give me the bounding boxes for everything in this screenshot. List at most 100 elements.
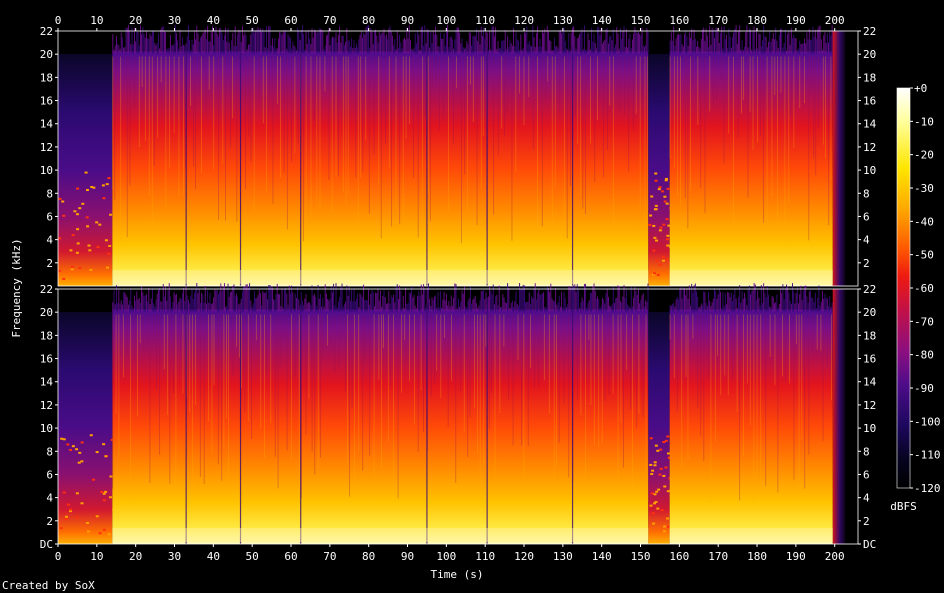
colorbar-tick-label: -30 <box>914 182 934 195</box>
colorbar-tick-label: -70 <box>914 315 934 328</box>
x-tick-label-top: 100 <box>436 14 456 27</box>
y-tick-label-right: 16 <box>863 95 876 108</box>
y-tick-label-left: 2 <box>46 257 53 270</box>
y-tick-label-right: 8 <box>863 445 870 458</box>
y-tick-label-left: 20 <box>40 306 53 319</box>
y-tick-label-left: 8 <box>46 187 53 200</box>
colorbar-tick-label: -120 <box>914 482 941 495</box>
x-tick-label-bottom: 140 <box>592 550 612 563</box>
x-tick-label-top: 70 <box>323 14 336 27</box>
x-tick-label-top: 140 <box>592 14 612 27</box>
y-tick-label-left: 10 <box>40 164 53 177</box>
colorbar-tick-label: -10 <box>914 115 934 128</box>
y-tick-label-left: 22 <box>40 25 53 38</box>
x-tick-label-top: 30 <box>168 14 181 27</box>
y-tick-label-right: 2 <box>863 515 870 528</box>
spectrogram-figure: 22 2220 2018 1816 1614 1412 1210 108 86 64 42 222 22… <box>2 14 941 592</box>
x-tick-label-top: 120 <box>514 14 534 27</box>
x-tick-label-bottom: 100 <box>436 550 456 563</box>
x-tick-label-top: 40 <box>207 14 220 27</box>
x-tick-label-top: 160 <box>669 14 689 27</box>
y-tick-label-left: 6 <box>46 468 53 481</box>
y-tick-label-right: 4 <box>863 492 870 505</box>
x-tick-label-bottom: 20 <box>129 550 142 563</box>
x-tick-label-top: 180 <box>747 14 767 27</box>
y-tick-label-left: 18 <box>40 71 53 84</box>
x-tick-label-bottom: 60 <box>284 550 297 563</box>
segment-loud-2 <box>112 51 649 287</box>
y-tick-label-right: 8 <box>863 187 870 200</box>
colorbar-label: dBFS <box>890 500 917 513</box>
sox-credit: Created by SoX <box>2 579 95 592</box>
y-tick-label-right: 2 <box>863 257 870 270</box>
x-tick-label-bottom: 30 <box>168 550 181 563</box>
y-tick-label-left: 2 <box>46 515 53 528</box>
x-tick-label-bottom: 170 <box>708 550 728 563</box>
x-tick-label-bottom: 190 <box>786 550 806 563</box>
x-tick-label-top: 60 <box>284 14 297 27</box>
y-tick-label-right: 20 <box>863 48 876 61</box>
y-tick-label-right: 22 <box>863 25 876 38</box>
x-tick-label-top: 150 <box>631 14 651 27</box>
x-tick-label-bottom: 110 <box>475 550 495 563</box>
y-tick-label-right: 22 <box>863 283 876 296</box>
colorbar-tick-label: -110 <box>914 449 941 462</box>
y-tick-label-right: 6 <box>863 468 870 481</box>
colorbar-tick-label: -20 <box>914 149 934 162</box>
y-tick-label-right: 10 <box>863 422 876 435</box>
y-tick-label-right: 12 <box>863 399 876 412</box>
x-tick-label-top: 0 <box>55 14 62 27</box>
y-tick-label-right: DC <box>863 538 876 551</box>
colorbar-tick-label: -50 <box>914 249 934 262</box>
x-tick-label-top: 190 <box>786 14 806 27</box>
y-tick-label-right: 18 <box>863 71 876 84</box>
y-tick-label-right: 12 <box>863 141 876 154</box>
y-tick-label-right: 16 <box>863 353 876 366</box>
y-tick-label-left: 12 <box>40 399 53 412</box>
x-tick-label-bottom: 150 <box>631 550 651 563</box>
x-tick-label-top: 10 <box>90 14 103 27</box>
segment-quiet-1 <box>58 311 113 544</box>
y-tick-label-left: 14 <box>40 376 54 389</box>
y-tick-label-left: 4 <box>46 492 53 505</box>
x-tick-label-top: 50 <box>246 14 259 27</box>
x-tick-label-bottom: 130 <box>553 550 573 563</box>
colorbar-tick-label: -100 <box>914 415 941 428</box>
segment-fade-5 <box>832 31 847 286</box>
x-tick-label-bottom: 160 <box>669 550 689 563</box>
x-tick-label-bottom: 50 <box>246 550 259 563</box>
y-tick-label-left: 16 <box>40 95 53 108</box>
segment-quiet-1 <box>58 53 113 287</box>
x-tick-label-bottom: 90 <box>401 550 414 563</box>
x-tick-label-bottom: 10 <box>90 550 103 563</box>
colorbar-tick-label: -60 <box>914 282 934 295</box>
y-tick-label-left: 12 <box>40 141 53 154</box>
y-tick-label-right: 14 <box>863 376 877 389</box>
y-tick-label-left: 20 <box>40 48 53 61</box>
x-tick-label-bottom: 80 <box>362 550 375 563</box>
x-tick-label-bottom: 180 <box>747 550 767 563</box>
x-tick-label-top: 80 <box>362 14 375 27</box>
segment-loud-4 <box>669 51 833 287</box>
y-tick-label-left: DC <box>40 538 53 551</box>
x-tick-label-top: 200 <box>825 14 845 27</box>
y-axis-label: Frequency (kHz) <box>10 238 23 337</box>
colorbar-tick-label: -90 <box>914 382 934 395</box>
y-tick-label-left: 22 <box>40 283 53 296</box>
x-axis-label: Time (s) <box>431 568 484 581</box>
y-tick-label-right: 6 <box>863 210 870 223</box>
segment-fade-5 <box>832 289 847 544</box>
channel-1-spectrogram <box>57 25 859 287</box>
y-tick-label-right: 10 <box>863 164 876 177</box>
x-tick-label-bottom: 70 <box>323 550 336 563</box>
x-tick-label-top: 20 <box>129 14 142 27</box>
x-tick-label-bottom: 120 <box>514 550 534 563</box>
channel-2-spectrogram <box>57 282 859 545</box>
x-tick-label-bottom: 0 <box>55 550 62 563</box>
colorbar-tick-label: -40 <box>914 215 934 228</box>
y-tick-label-left: 6 <box>46 210 53 223</box>
y-tick-label-right: 4 <box>863 234 870 247</box>
segment-quiet-3 <box>648 53 670 287</box>
y-tick-label-left: 14 <box>40 118 54 131</box>
y-tick-label-left: 16 <box>40 353 53 366</box>
